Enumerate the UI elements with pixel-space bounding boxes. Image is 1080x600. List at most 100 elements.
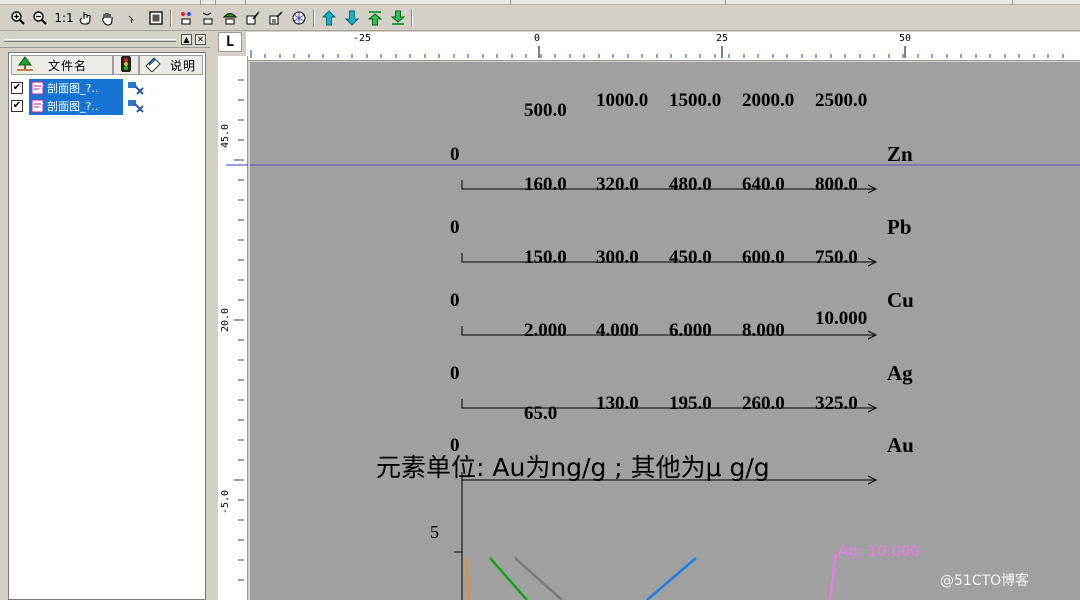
zoom-in-icon[interactable] — [8, 8, 28, 28]
map-canvas[interactable]: 500.0 1000.0 1500.0 2000.0 2500.0 0 Zn 1… — [250, 62, 1080, 600]
toolbar-separator — [313, 9, 315, 27]
au-tick-label: 195.0 — [669, 393, 712, 414]
map-file-icon — [31, 99, 45, 116]
pointer-hand-icon[interactable] — [76, 8, 96, 28]
ag-zero-label: 0 — [450, 363, 460, 384]
layer-row[interactable]: ✔ 剖面图_?.. — [11, 97, 144, 115]
cu-zero-label: 0 — [450, 290, 460, 311]
cu-tick-label: 300.0 — [596, 247, 639, 268]
zn-zero-label: 0 — [450, 144, 460, 165]
watermark: @51CTO博客 — [940, 573, 1030, 589]
ruler-tick-label: 25 — [716, 33, 729, 44]
lower-axis-label: 5 — [430, 522, 439, 542]
column-visibility[interactable] — [113, 55, 139, 75]
network-icon[interactable] — [289, 8, 309, 28]
ruler-corner-button[interactable]: L — [218, 32, 242, 52]
zn-tick-label: 2500.0 — [815, 90, 868, 111]
pb-element-label: Pb — [887, 215, 912, 239]
cu-tick-label: 450.0 — [669, 247, 712, 268]
au-tick-label: 65.0 — [524, 403, 558, 424]
edit-line-icon[interactable] — [243, 8, 263, 28]
pb-zero-label: 0 — [450, 217, 460, 238]
tree-icon — [16, 55, 34, 75]
column-filename-label: 文件名 — [48, 58, 88, 73]
toolbar: 1:1 — [0, 5, 1080, 31]
layer-style-icon[interactable] — [127, 98, 145, 117]
ag-element-label: Ag — [887, 361, 913, 385]
column-description-label: 说明 — [170, 58, 197, 73]
au-element-label: Au — [887, 433, 914, 457]
au-tick-label: 130.0 — [596, 393, 639, 414]
pb-tick-label: 640.0 — [742, 174, 785, 195]
zn-tick-label: 500.0 — [524, 100, 567, 121]
layer-panel-header: ▲ ✕ — [0, 32, 210, 48]
map-file-icon — [31, 81, 45, 98]
column-filename[interactable]: 文件名 — [11, 55, 113, 75]
pb-profile-line — [646, 557, 697, 600]
layer-visibility-checkbox[interactable]: ✔ — [11, 82, 23, 94]
cu-tick-label: 150.0 — [524, 247, 567, 268]
ag-series-label: Ag: 10.000 — [838, 542, 921, 560]
ruler-tick-label: 0 — [534, 33, 541, 44]
layer-name-label: 剖面图_?.. — [47, 82, 99, 95]
ag-tick-label: 8.000 — [742, 320, 785, 341]
zn-element-label: Zn — [887, 142, 913, 166]
ruler-tick-label: 45.0 — [220, 123, 231, 148]
select-arrow-icon[interactable] — [120, 8, 140, 28]
layer-list-header: 文件名 说明 — [9, 55, 205, 75]
ruler-tick-label: -5.0 — [220, 489, 231, 514]
panel-close-button[interactable]: ✕ — [195, 34, 206, 45]
cu-element-label: Cu — [887, 288, 914, 312]
layer-panel: 文件名 说明 ✔ 剖面图_?.. ✔ 剖面图_?.. — [8, 52, 206, 600]
pan-hand-icon[interactable] — [98, 8, 118, 28]
au-tick-label: 325.0 — [815, 393, 858, 414]
description-icon — [144, 56, 162, 75]
zn-tick-label: 1000.0 — [596, 90, 649, 111]
toolbar-separator — [411, 9, 413, 27]
panel-collapse-button[interactable]: ▲ — [181, 34, 192, 45]
profile-graphics — [250, 164, 1080, 600]
ag-tick-label: 6.000 — [669, 320, 712, 341]
layer-visibility-checkbox[interactable]: ✔ — [11, 100, 23, 112]
traffic-light-icon — [120, 55, 132, 76]
zn-profile-line — [828, 553, 838, 600]
pb-tick-label: 320.0 — [596, 174, 639, 195]
vertical-ruler: 45.0 20.0 -5.0 — [218, 56, 248, 600]
zoom-out-icon[interactable] — [30, 8, 50, 28]
unit-note: 元素单位: Au为ng/g ; 其他为μ g/g — [376, 453, 770, 482]
zn-tick-label: 1500.0 — [669, 90, 722, 111]
edit-attribute-icon[interactable] — [266, 8, 286, 28]
panel-grip[interactable] — [4, 39, 176, 42]
edit-point-icon[interactable] — [198, 8, 218, 28]
zn-tick-label: 2000.0 — [742, 90, 795, 111]
pb-tick-label: 160.0 — [524, 174, 567, 195]
layer-name-label: 剖面图_?.. — [47, 100, 99, 113]
column-description[interactable]: 说明 — [139, 55, 203, 75]
layer-name-cell[interactable]: 剖面图_?.. — [29, 79, 123, 97]
move-bottom-icon[interactable] — [388, 8, 408, 28]
ruler-tick-label: 50 — [899, 33, 912, 44]
add-point-icon[interactable] — [176, 8, 196, 28]
pb-tick-label: 800.0 — [815, 174, 858, 195]
layer-style-icon[interactable] — [127, 80, 145, 99]
region-icon[interactable] — [220, 8, 240, 28]
zoom-reset-button[interactable]: 1:1 — [53, 8, 75, 28]
full-extent-icon[interactable] — [146, 8, 166, 28]
horizontal-ruler: -25 0 25 50 — [246, 32, 1080, 61]
ruler-tick-label: -25 — [353, 33, 372, 44]
pb-tick-label: 480.0 — [669, 174, 712, 195]
cu-tick-label: 750.0 — [815, 247, 858, 268]
ag-tick-label: 2.000 — [524, 320, 567, 341]
layer-row[interactable]: ✔ 剖面图_?.. — [11, 79, 144, 97]
ag-tick-label: 10.000 — [815, 308, 868, 329]
ag-tick-label: 4.000 — [596, 320, 639, 341]
layer-name-cell[interactable]: 剖面图_?.. — [29, 97, 123, 115]
au-tick-label: 260.0 — [742, 393, 785, 414]
cu-tick-label: 600.0 — [742, 247, 785, 268]
ruler-tick-label: 20.0 — [220, 307, 231, 332]
move-down-icon[interactable] — [342, 8, 362, 28]
au-profile-line — [465, 557, 470, 600]
move-top-icon[interactable] — [365, 8, 385, 28]
toolbar-separator — [170, 9, 172, 27]
move-up-icon[interactable] — [319, 8, 339, 28]
